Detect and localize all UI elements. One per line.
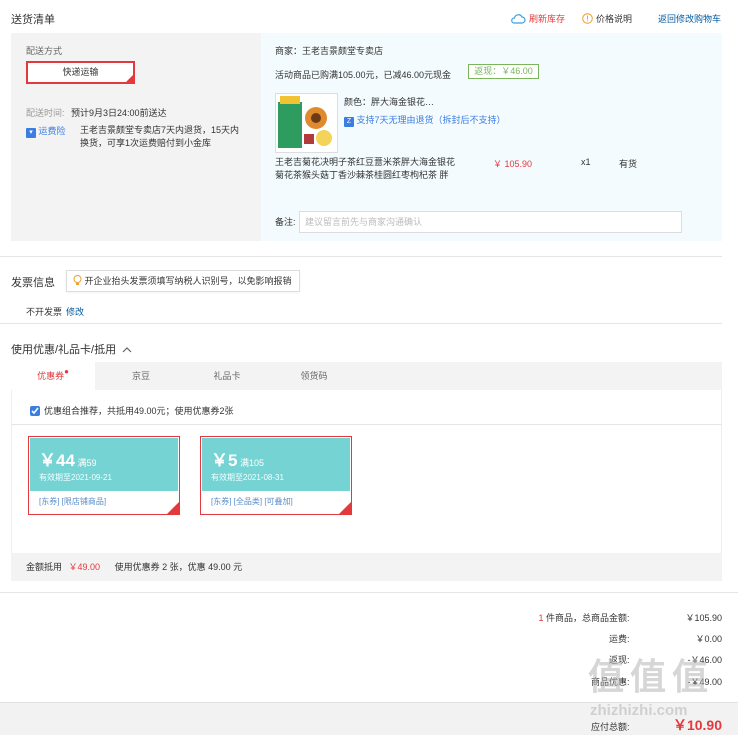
back-to-cart-link[interactable]: 返回修改购物车	[658, 12, 721, 25]
selected-corner-icon	[167, 502, 179, 514]
memo-label: 备注:	[275, 217, 296, 227]
delivery-time: 配送时间: 预计9月3日24:00前送达	[26, 106, 167, 119]
divider	[0, 256, 722, 257]
return-policy: Z 支持7天无理由退货（拆封后不支持）	[344, 113, 506, 127]
delivery-time-value: 预计9月3日24:00前送达	[71, 108, 167, 118]
goods-total-row: 1 件商品，总商品金额: ￥105.90	[538, 611, 722, 624]
return-policy-text: 支持7天无理由退货（拆封后不支持）	[356, 115, 506, 125]
invoice-title: 发票信息	[11, 277, 55, 289]
refresh-stock-link[interactable]: 刷新库存	[510, 12, 565, 26]
summary-label: 金额抵用	[26, 562, 63, 572]
coupon-value: ￥5 满105	[211, 446, 264, 471]
payable-label: 应付总额:	[590, 722, 630, 732]
freight-label: 运费:	[608, 634, 630, 644]
delivery-time-label: 配送时间:	[26, 108, 65, 118]
coupon-tabs: 优惠券● 京豆 礼品卡 领货码	[11, 362, 722, 390]
coupon-section-toggle[interactable]: 使用优惠/礼品卡/抵用	[11, 341, 132, 357]
coupon-min: 满59	[77, 458, 97, 468]
invoice-edit-link[interactable]: 修改	[66, 305, 84, 318]
recommend-row: 优惠组合推荐，共抵用49.00元；使用优惠券2张	[30, 404, 234, 417]
product-price: ￥ 105.90	[493, 159, 533, 169]
goods-total-label: 件商品，总商品金额:	[545, 613, 630, 623]
product-qty: x1	[581, 157, 591, 167]
coupon-card[interactable]: ￥5 满105 有效期至2021-08-31 [东券] [全品类] [可叠加]	[200, 436, 352, 515]
price-label: 价格说明	[596, 14, 633, 24]
cloud-icon	[511, 13, 526, 24]
product-color: 颜色：胖大海金银花…	[344, 97, 435, 107]
chevron-up-icon	[122, 347, 132, 353]
shield-icon: ▾	[26, 128, 36, 138]
goods-total-amount: ￥105.90	[685, 613, 722, 623]
delivery-method-label: 配送方式	[26, 46, 63, 56]
product-thumbnail-icon	[278, 96, 332, 148]
coupon-min: 满105	[239, 458, 265, 468]
divider	[11, 424, 722, 425]
selected-corner-icon	[339, 502, 351, 514]
info-icon	[582, 13, 593, 24]
coupon-amount: ￥5	[211, 451, 238, 470]
coupon-expiry: 有效期至2021-08-31	[211, 473, 284, 482]
freight-row: 运费: ￥0.00	[609, 632, 722, 645]
coupon-expiry: 有效期至2021-09-21	[39, 473, 112, 482]
summary-text: 使用优惠券 2 张，优惠 49.00 元	[114, 562, 243, 572]
promo-text: 活动商品已购满105.00元，已减46.00元现金	[275, 70, 452, 80]
lightbulb-icon	[73, 275, 82, 285]
coupon-amount: ￥44	[39, 451, 75, 470]
return-icon: Z	[344, 117, 354, 127]
shipping-method-value: 快递运输	[62, 67, 99, 77]
express-shipping-button[interactable]: 快递运输	[26, 61, 135, 84]
coupon-tags: [东券] [全品类] [可叠加]	[211, 497, 293, 506]
coupon-card[interactable]: ￥44 满59 有效期至2021-09-21 [东券] [限店铺商品]	[28, 436, 180, 515]
refresh-label: 刷新库存	[529, 14, 566, 24]
recommend-checkbox[interactable]	[30, 405, 40, 416]
tab-coupons[interactable]: 优惠券●	[11, 362, 95, 390]
freight-insurance-label: 运费险	[38, 126, 66, 136]
coupon-section-title: 使用优惠/礼品卡/抵用	[11, 344, 117, 356]
price-explain-link[interactable]: 价格说明	[582, 12, 632, 26]
watermark-site: zhizhizhi.com	[590, 702, 688, 719]
section-title: 送货清单	[11, 14, 55, 26]
invoice-tip: 开企业抬头发票须填写纳税人识别号，以免影响报销	[66, 270, 300, 292]
coupon-card-top: ￥5 满105 有效期至2021-08-31	[202, 438, 350, 491]
tab-redeem-code[interactable]: 领货码	[282, 362, 346, 390]
coupon-value: ￥44 满59	[39, 446, 96, 471]
recommend-text: 优惠组合推荐，共抵用49.00元；使用优惠券2张	[44, 406, 234, 416]
tab-jingdou[interactable]: 京豆	[109, 362, 173, 390]
coupon-tags: [东券] [限店铺商品]	[39, 497, 107, 506]
item-count: 1	[538, 613, 544, 623]
coupon-summary: 金额抵用 ￥49.00 使用优惠券 2 张，优惠 49.00 元	[11, 553, 722, 581]
product-name[interactable]: 王老吉菊花决明子茶红豆薏米茶胖大海金银花菊花茶猴头菇丁香沙棘茶桂圆红枣枸杞茶 胖	[275, 156, 458, 182]
invoice-value: 不开发票	[26, 307, 63, 317]
seller-name: 商家：王老吉景颇堂专卖店	[275, 46, 384, 56]
freight-insurance-text: 王老吉景颇堂专卖店7天内退货，15天内换货，可享1次运费赔付到小金库	[80, 125, 240, 148]
divider	[0, 592, 738, 593]
summary-amount: ￥49.00	[68, 562, 101, 572]
watermark-logo: 值 值 值	[588, 656, 708, 697]
invoice-tip-text: 开企业抬头发票须填写纳税人识别号，以免影响报销	[84, 276, 292, 286]
divider	[0, 323, 722, 324]
tab-gift-card[interactable]: 礼品卡	[195, 362, 259, 390]
memo-input[interactable]: 建议留言前先与商家沟通确认	[299, 211, 682, 233]
product-image[interactable]	[275, 93, 338, 153]
coupon-card-top: ￥44 满59 有效期至2021-09-21	[30, 438, 178, 491]
cashback-badge: 返现：￥46.00	[468, 64, 539, 79]
freight-amount: ￥0.00	[695, 634, 722, 644]
freight-insurance-badge[interactable]: ▾ 运费险	[26, 124, 66, 138]
stock-status: 有货	[619, 159, 638, 169]
